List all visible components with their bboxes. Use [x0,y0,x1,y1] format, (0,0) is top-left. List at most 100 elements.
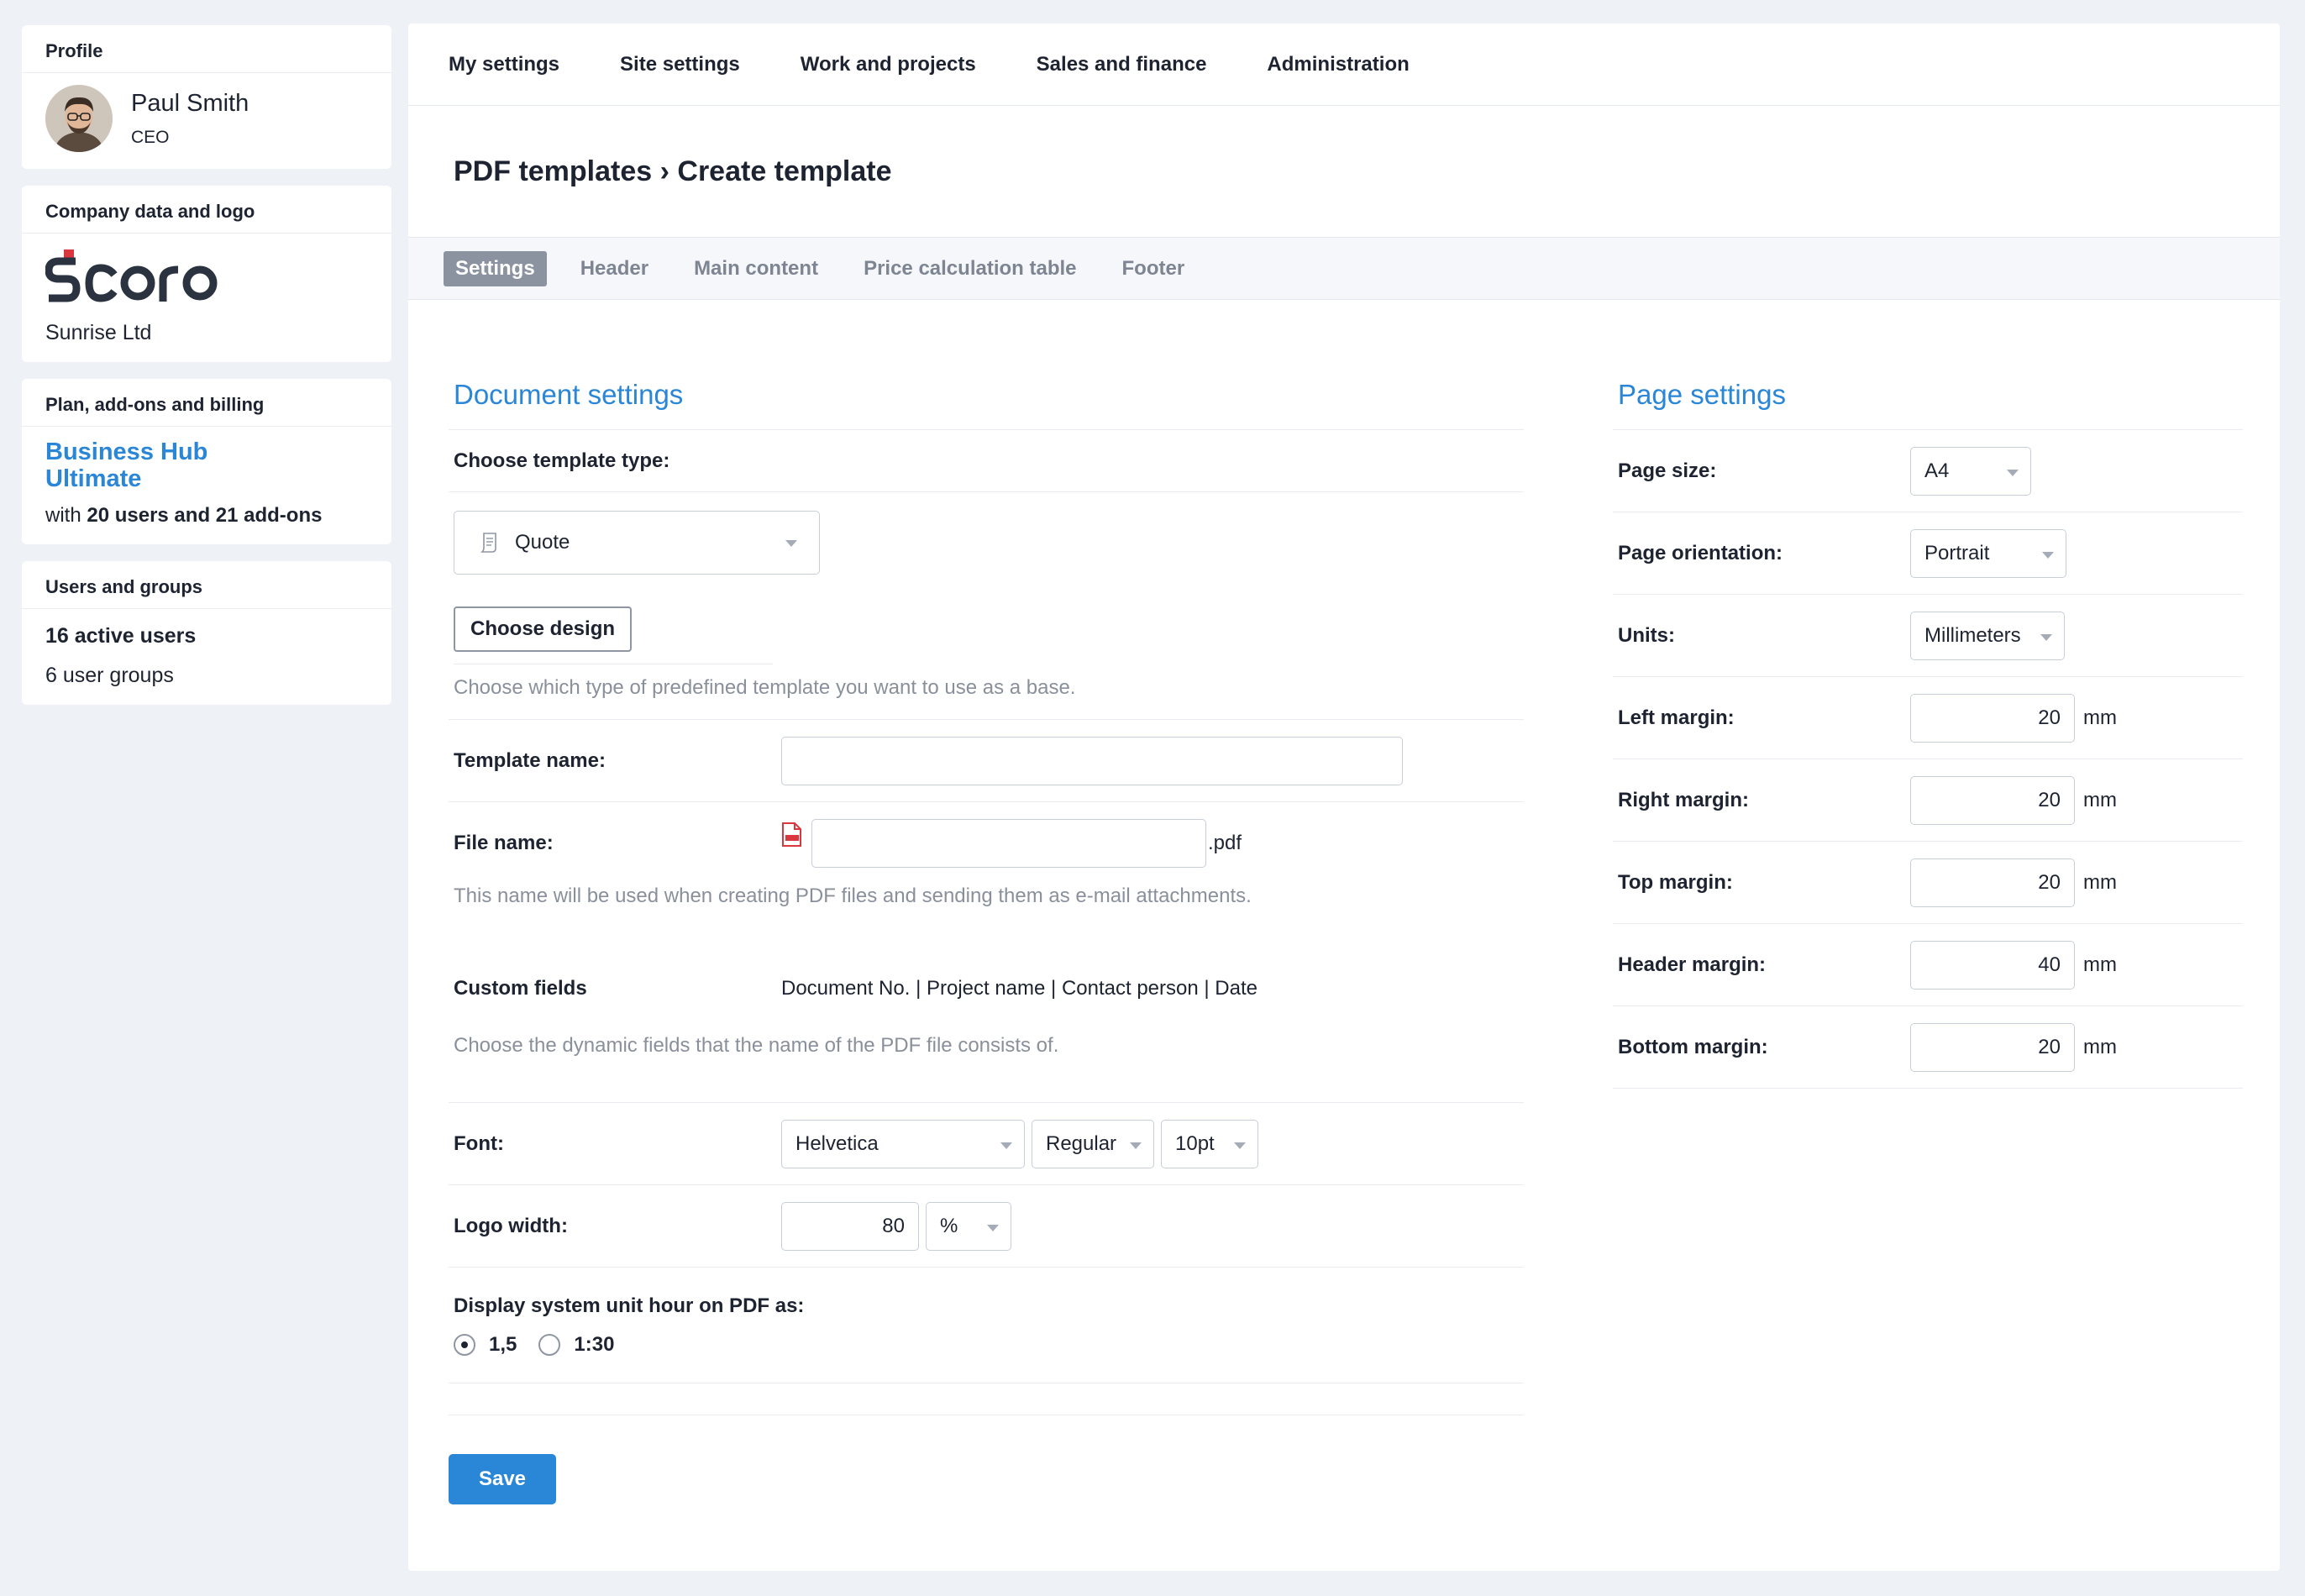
unit-hour-label: Display system unit hour on PDF as: [454,1294,805,1317]
save-button[interactable]: Save [449,1454,556,1504]
document-settings-title: Document settings [449,376,1524,430]
units-label: Units: [1618,623,1675,647]
font-size-value: 10pt [1175,1131,1215,1155]
avatar[interactable] [45,85,113,152]
company-card[interactable]: Company data and logo Sunrise Ltd [22,186,391,362]
units-value: Millimeters [1924,623,2021,647]
logo-width-unit-select[interactable]: % [926,1201,1011,1251]
company-card-title: Company data and logo [22,186,391,234]
font-family-select[interactable]: Helvetica [781,1119,1025,1168]
plan-desc-count: 20 users and 21 add-ons [87,504,323,527]
bottom-margin-unit: mm [2083,1035,2117,1058]
page-settings: Page settings Page size: A4 Page orienta… [1613,376,2243,1089]
users-card[interactable]: Users and groups 16 active users 6 user … [22,561,391,705]
chevron-down-icon [1130,1142,1142,1149]
tab-footer[interactable]: Footer [1110,251,1197,286]
left-margin-label: Left margin: [1618,706,1735,729]
main-panel: My settings Site settings Work and proje… [408,24,2280,1571]
unit-hour-option-decimal[interactable]: 1,5 [489,1333,517,1357]
font-size-select[interactable]: 10pt [1161,1119,1258,1168]
tab-main-content[interactable]: Main content [682,251,830,286]
font-label: Font: [454,1131,504,1155]
top-margin-unit: mm [2083,870,2117,894]
header-margin-unit: mm [2083,953,2117,976]
right-margin-label: Right margin: [1618,788,1749,811]
custom-fields-label: Custom fields [454,977,587,1000]
left-margin-input[interactable] [1910,693,2075,743]
top-margin-label: Top margin: [1618,870,1733,894]
page-orientation-label: Page orientation: [1618,541,1783,564]
template-type-help: Choose which type of predefined template… [454,676,1076,699]
left-margin-unit: mm [2083,706,2117,729]
chevron-down-icon [1000,1142,1012,1149]
font-style-select[interactable]: Regular [1032,1119,1154,1168]
tab-price-calculation-table[interactable]: Price calculation table [852,251,1088,286]
right-margin-unit: mm [2083,788,2117,811]
chevron-down-icon [2007,469,2019,476]
plan-name-line1: Business Hub [45,438,208,465]
unit-hour-radio-decimal[interactable] [454,1334,475,1356]
top-navigation: My settings Site settings Work and proje… [408,24,2280,106]
plan-name[interactable]: Business Hub Ultimate [45,438,368,492]
chevron-down-icon [785,540,797,547]
template-type-value: Quote [515,531,570,554]
profile-card[interactable]: Profile Paul Smith CEO [22,25,391,169]
tab-settings[interactable]: Settings [444,250,547,286]
logo-width-label: Logo width: [454,1214,568,1237]
nav-work-and-projects[interactable]: Work and projects [801,53,976,76]
bottom-margin-label: Bottom margin: [1618,1035,1768,1058]
company-logo [45,245,368,306]
template-name-input[interactable] [781,736,1403,785]
nav-my-settings[interactable]: My settings [449,53,559,76]
chevron-down-icon [2040,633,2052,641]
company-name: Sunrise Ltd [45,321,152,344]
profile-role: CEO [131,127,170,147]
template-name-label: Template name: [454,748,606,772]
profile-card-title: Profile [22,25,391,73]
font-style-value: Regular [1046,1131,1117,1155]
page-orientation-value: Portrait [1924,541,1990,564]
chevron-down-icon [987,1224,999,1231]
page-size-label: Page size: [1618,459,1717,482]
page-size-select[interactable]: A4 [1910,446,2031,496]
unit-hour-radio-time[interactable] [538,1334,561,1356]
pdf-file-icon [781,822,803,848]
quote-doc-icon [480,532,500,554]
page-orientation-select[interactable]: Portrait [1910,528,2066,578]
choose-design-button[interactable]: Choose design [454,606,633,652]
template-type-label: Choose template type: [454,449,670,472]
bottom-margin-input[interactable] [1910,1022,2075,1072]
plan-card-title: Plan, add-ons and billing [22,379,391,427]
template-type-select[interactable]: Quote [454,511,820,575]
unit-hour-option-time[interactable]: 1:30 [574,1333,614,1357]
chevron-down-icon [1234,1142,1246,1149]
plan-description: with 20 users and 21 add-ons [45,504,368,528]
plan-name-line2: Ultimate [45,465,142,492]
user-groups-count: 6 user groups [45,664,174,687]
template-tabs: Settings Header Main content Price calcu… [408,238,2280,300]
header-margin-input[interactable] [1910,940,2075,990]
file-name-help: This name will be used when creating PDF… [454,885,1252,907]
tab-header[interactable]: Header [569,251,660,286]
file-name-input[interactable] [811,819,1206,868]
users-card-title: Users and groups [22,561,391,609]
file-name-label: File name: [454,832,554,854]
plan-desc-prefix: with [45,504,87,527]
profile-name: Paul Smith [131,89,249,117]
chevron-down-icon [2042,551,2054,559]
plan-card[interactable]: Plan, add-ons and billing Business Hub U… [22,379,391,544]
right-margin-input[interactable] [1910,775,2075,825]
top-margin-input[interactable] [1910,858,2075,907]
nav-administration[interactable]: Administration [1267,53,1409,76]
logo-width-input[interactable] [781,1201,919,1251]
logo-width-unit-value: % [940,1214,958,1237]
document-settings: Document settings Choose template type: … [449,376,1524,1504]
page-settings-title: Page settings [1613,376,2243,430]
nav-site-settings[interactable]: Site settings [620,53,740,76]
file-extension: .pdf [1208,832,1242,854]
active-users-count: 16 active users [45,624,197,648]
custom-fields-value[interactable]: Document No. | Project name | Contact pe… [781,977,1258,1000]
units-select[interactable]: Millimeters [1910,611,2065,660]
font-family-value: Helvetica [795,1131,879,1155]
nav-sales-and-finance[interactable]: Sales and finance [1037,53,1207,76]
